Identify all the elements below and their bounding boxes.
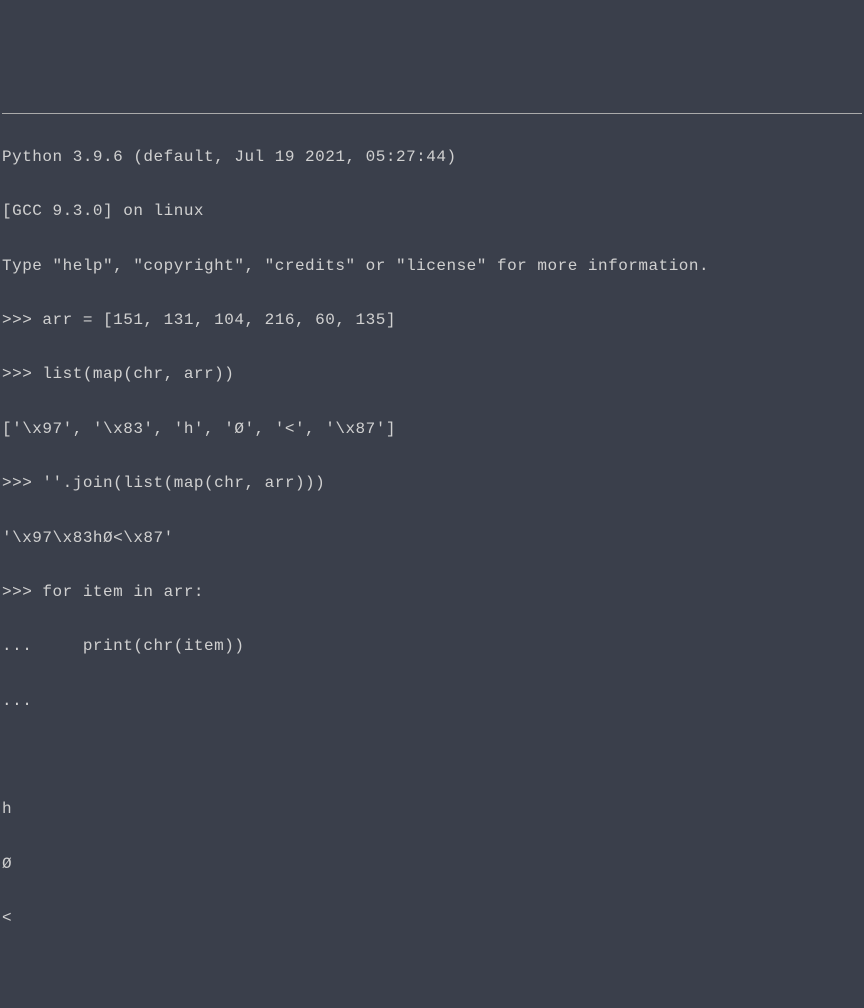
terminal-line: >>> arr = [151, 131, 104, 216, 60, 135] — [2, 307, 862, 334]
terminal-line: Python 3.9.6 (default, Jul 19 2021, 05:2… — [2, 144, 862, 171]
terminal-line: ... print(chr(item)) — [2, 633, 862, 660]
terminal-line: ['\x97', '\x83', 'h', 'Ø', '<', '\x87'] — [2, 416, 862, 443]
terminal-line: [GCC 9.3.0] on linux — [2, 198, 862, 225]
terminal-line: >>> ''.join(list(map(chr, arr))) — [2, 470, 862, 497]
terminal-line: Ø — [2, 851, 862, 878]
terminal-line: h — [2, 796, 862, 823]
terminal-line: >>> for item in arr: — [2, 579, 862, 606]
terminal-output: Python 3.9.6 (default, Jul 19 2021, 05:2… — [2, 113, 862, 987]
terminal-line: Type "help", "copyright", "credits" or "… — [2, 253, 862, 280]
terminal-line: >>> list(map(chr, arr)) — [2, 361, 862, 388]
terminal-line: ... — [2, 688, 862, 715]
terminal-line: < — [2, 905, 862, 932]
terminal-line: '\x97\x83hØ<\x87' — [2, 525, 862, 552]
